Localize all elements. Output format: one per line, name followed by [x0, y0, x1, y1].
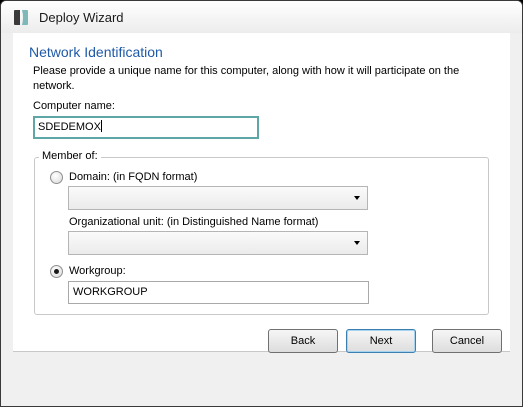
computer-name-input[interactable]: SDEDEMOX — [33, 116, 259, 139]
domain-radio[interactable] — [50, 171, 63, 184]
next-button[interactable]: Next — [346, 329, 416, 353]
member-of-label: Member of: — [39, 150, 101, 162]
domain-label[interactable]: Domain: (in FQDN format) — [69, 171, 197, 183]
chevron-down-icon — [354, 241, 360, 245]
organizational-unit-label: Organizational unit: (in Distinguished N… — [69, 216, 319, 228]
title-bar[interactable]: Deploy Wizard — [1, 1, 522, 33]
organizational-unit-combobox[interactable] — [68, 231, 368, 255]
workgroup-radio[interactable] — [50, 265, 63, 278]
computer-name-label: Computer name: — [33, 100, 115, 112]
domain-combobox[interactable] — [68, 186, 368, 210]
chevron-down-icon — [354, 196, 360, 200]
page-description: Please provide a unique name for this co… — [33, 65, 460, 92]
wizard-page: Network Identification Please provide a … — [13, 33, 510, 352]
workgroup-input[interactable]: WORKGROUP — [68, 281, 369, 304]
radio-selected-dot — [54, 269, 59, 274]
cancel-button[interactable]: Cancel — [432, 329, 502, 353]
text-caret — [100, 120, 102, 132]
computer-name-value: SDEDEMOX — [38, 121, 101, 133]
workgroup-label[interactable]: Workgroup: — [69, 265, 126, 277]
deploy-wizard-app-icon — [14, 10, 28, 25]
wizard-window: Deploy Wizard Network Identification Ple… — [0, 0, 523, 407]
window-title: Deploy Wizard — [39, 10, 124, 25]
back-button[interactable]: Back — [268, 329, 338, 353]
page-heading: Network Identification — [29, 44, 163, 60]
